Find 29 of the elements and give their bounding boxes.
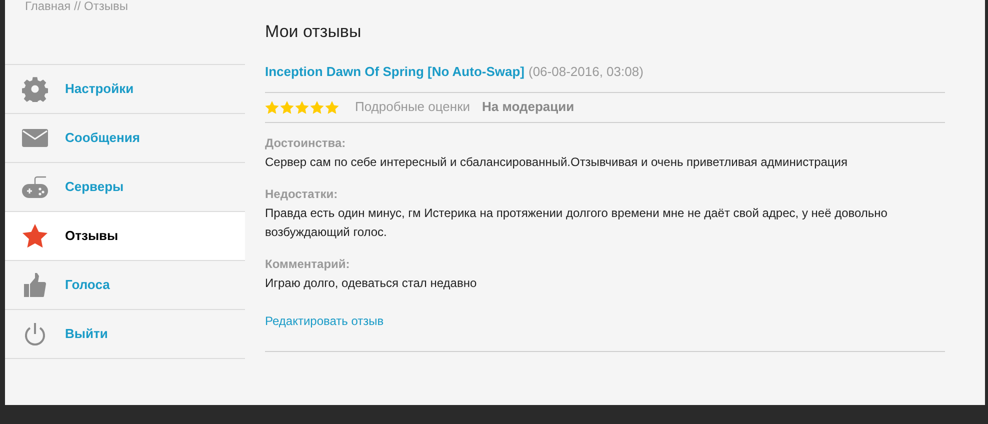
envelope-icon	[22, 129, 48, 147]
sidebar-item[interactable]: Настройки	[5, 65, 245, 114]
star-icon	[22, 224, 48, 248]
gamepad-icon	[21, 175, 49, 199]
edit-review-link[interactable]: Редактировать отзыв	[265, 314, 384, 328]
status-label: На модерации	[482, 98, 574, 116]
rating-star-icon	[280, 100, 294, 114]
section-text: Сервер сам по себе интересный и сбалансированный.Отзывчивая и очень приветливая администрация	[265, 154, 849, 170]
sidebar-item[interactable]: Сообщения	[5, 114, 245, 163]
page-title: Мои отзывы	[265, 22, 362, 42]
section-text: Правда есть один минус, гм Истерика на протяжении долгого времени мне не даёт свой адрес, у неё довольно возбуждающий голос.	[265, 204, 888, 240]
thumbs-up-icon	[24, 273, 46, 297]
breadcrumb: Главная // Отзывы	[24, 0, 129, 15]
server-link[interactable]: Inception Dawn Of Spring [No Auto-Swap]	[265, 62, 524, 82]
section-heading: Комментарий:	[265, 256, 351, 272]
gear-icon	[22, 76, 48, 102]
sidebar-item[interactable]: Выйти	[5, 310, 245, 359]
rating-star-icon	[325, 100, 339, 114]
sidebar-item[interactable]: Голоса	[5, 261, 245, 310]
details-link[interactable]: Подробные оценки	[355, 97, 470, 117]
section-heading: Недостатки:	[265, 186, 339, 202]
power-icon	[24, 322, 46, 346]
sidebar-item[interactable]: Отзывы	[5, 212, 245, 261]
review-date: (06-08-2016, 03:08)	[528, 63, 644, 81]
rating-star-icon	[265, 100, 279, 114]
rating-star-icon	[310, 100, 324, 114]
section-heading: Достоинства:	[265, 134, 347, 152]
section-text: Играю долго, одеваться стал недавно	[265, 274, 478, 292]
rating-star-icon	[295, 100, 309, 114]
